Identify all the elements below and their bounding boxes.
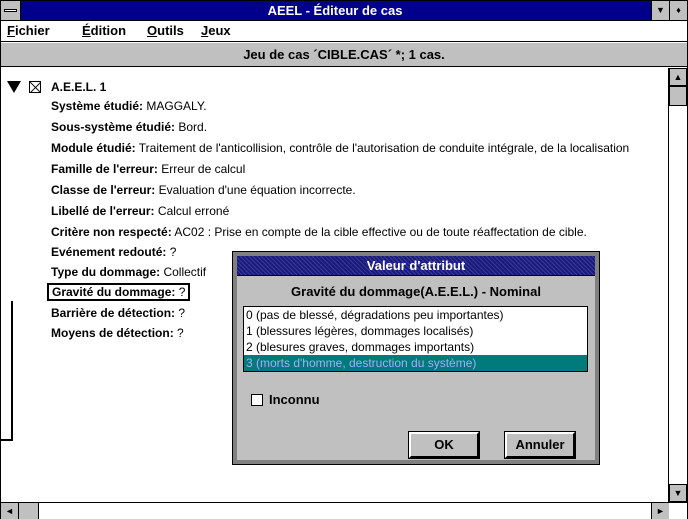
attr-critere[interactable]: Critère non respecté: AC02 : Prise en co… bbox=[51, 223, 587, 241]
attr-gravite-selected[interactable]: Gravité du dommage: ? bbox=[47, 283, 191, 301]
scroll-left-icon[interactable]: ◄ bbox=[1, 503, 19, 519]
system-menu-icon bbox=[4, 9, 17, 12]
horizontal-scrollbar[interactable]: ◄ ► bbox=[1, 502, 687, 519]
tree-root[interactable]: A.E.E.L. 1 bbox=[7, 78, 106, 96]
list-item[interactable]: 2 (blesures graves, dommages importants) bbox=[244, 339, 587, 355]
system-menu-button[interactable] bbox=[1, 1, 21, 20]
attr-value: ? bbox=[175, 306, 186, 320]
dialog-heading: Gravité du dommage(A.E.E.L.) - Nominal bbox=[291, 284, 541, 299]
unknown-label: Inconnu bbox=[269, 392, 320, 407]
attr-sous-systeme[interactable]: Sous-système étudié: Bord. bbox=[51, 118, 207, 136]
attr-label: Module étudié: bbox=[51, 141, 136, 155]
attr-value: ? bbox=[175, 285, 186, 299]
horizontal-scroll-thumb[interactable] bbox=[19, 503, 39, 519]
attr-value: Bord. bbox=[175, 120, 208, 134]
ok-button[interactable]: OK bbox=[408, 431, 480, 459]
scroll-right-icon[interactable]: ► bbox=[651, 503, 669, 519]
menu-fichier-label: ichier bbox=[14, 23, 50, 38]
menu-bar: Fichier Édition Outils Jeux bbox=[1, 21, 687, 42]
attr-type-dommage[interactable]: Type du dommage: Collectif bbox=[51, 263, 206, 281]
checkbox-icon[interactable] bbox=[251, 393, 263, 406]
menu-jeux-label: eux bbox=[208, 23, 231, 38]
attr-value: ? bbox=[166, 245, 177, 259]
menu-fichier-mnemonic: F bbox=[7, 23, 15, 38]
attr-label: Famille de l'erreur: bbox=[51, 162, 158, 176]
severity-listbox[interactable]: 0 (pas de blessé, dégradations peu impor… bbox=[243, 306, 588, 372]
attr-systeme[interactable]: Système étudié: MAGGALY. bbox=[51, 97, 207, 115]
scroll-down-icon[interactable]: ▼ bbox=[669, 484, 687, 502]
menu-outils[interactable]: Outils bbox=[147, 23, 184, 38]
menu-outils-mnemonic: O bbox=[147, 23, 158, 38]
list-item-selected[interactable]: 3 (morts d'homme, destruction du système… bbox=[244, 355, 587, 371]
scroll-up-icon[interactable]: ▲ bbox=[669, 68, 687, 86]
attr-moyens[interactable]: Moyens de détection: ? bbox=[51, 324, 184, 342]
attr-value: Calcul erroné bbox=[154, 204, 230, 218]
menu-edition-label: dition bbox=[90, 23, 127, 38]
attr-label: Gravité du dommage: bbox=[52, 285, 176, 299]
attr-label: Système étudié: bbox=[51, 99, 144, 113]
attr-value: AC02 : Prise en compte de la cible effec… bbox=[171, 225, 587, 239]
attr-classe[interactable]: Classe de l'erreur: Evaluation d'une équ… bbox=[51, 181, 356, 199]
attr-value: Collectif bbox=[160, 265, 207, 279]
menu-jeux[interactable]: Jeux bbox=[201, 23, 231, 38]
attr-value: Erreur de calcul bbox=[157, 162, 246, 176]
minimize-button[interactable]: ▼ bbox=[651, 1, 669, 20]
maximize-button[interactable]: ♦ bbox=[669, 1, 687, 20]
menu-edition[interactable]: Édition bbox=[82, 23, 126, 38]
attr-evenement[interactable]: Evénement redouté: ? bbox=[51, 243, 176, 261]
attr-label: Sous-système étudié: bbox=[51, 120, 176, 134]
attr-label: Critère non respecté: bbox=[51, 225, 172, 239]
attribute-value-dialog: Valeur d'attribut Gravité du dommage(A.E… bbox=[232, 251, 600, 465]
menu-outils-label: utils bbox=[157, 23, 184, 38]
dialog-title[interactable]: Valeur d'attribut bbox=[237, 256, 595, 276]
list-item[interactable]: 1 (blessures légères, dommages localisés… bbox=[244, 323, 587, 339]
checked-box-icon[interactable] bbox=[29, 81, 41, 93]
attr-famille[interactable]: Famille de l'erreur: Erreur de calcul bbox=[51, 160, 245, 178]
menu-fichier[interactable]: Fichier bbox=[7, 23, 50, 38]
attr-label: Classe de l'erreur: bbox=[51, 183, 156, 197]
document-caption: Jeu de cas ´CIBLE.CAS´ *; 1 cas. bbox=[1, 43, 687, 67]
background-window-edge bbox=[1, 301, 13, 441]
attr-value: Evaluation d'une équation incorrecte. bbox=[155, 183, 356, 197]
attr-value: MAGGALY. bbox=[143, 99, 207, 113]
attr-label: Type du dommage: bbox=[51, 265, 161, 279]
unknown-checkbox[interactable]: Inconnu bbox=[251, 392, 320, 407]
tree-root-label: A.E.E.L. 1 bbox=[51, 80, 107, 94]
attr-libelle[interactable]: Libellé de l'erreur: Calcul erroné bbox=[51, 202, 229, 220]
attr-label: Evénement redouté: bbox=[51, 245, 167, 259]
attr-label: Barrière de détection: bbox=[51, 306, 176, 320]
list-item[interactable]: 0 (pas de blessé, dégradations peu impor… bbox=[244, 307, 587, 323]
vertical-scroll-thumb[interactable] bbox=[669, 86, 687, 106]
window-title: AEEL - Éditeur de cas bbox=[267, 3, 403, 18]
menu-edition-mnemonic: É bbox=[82, 23, 91, 38]
vertical-scrollbar[interactable]: ▲ ▼ bbox=[668, 68, 687, 502]
attr-barriere[interactable]: Barrière de détection: ? bbox=[51, 304, 185, 322]
expand-triangle-icon[interactable] bbox=[7, 81, 21, 93]
attr-module[interactable]: Module étudié: Traitement de l'anticolli… bbox=[51, 139, 629, 157]
attr-label: Libellé de l'erreur: bbox=[51, 204, 155, 218]
attr-value: Traitement de l'anticollision, contrôle … bbox=[135, 141, 630, 155]
attr-value: ? bbox=[173, 326, 184, 340]
attr-label: Moyens de détection: bbox=[51, 326, 174, 340]
cancel-button[interactable]: Annuler bbox=[504, 431, 576, 459]
title-bar[interactable]: AEEL - Éditeur de cas ▼ ♦ bbox=[1, 1, 687, 21]
